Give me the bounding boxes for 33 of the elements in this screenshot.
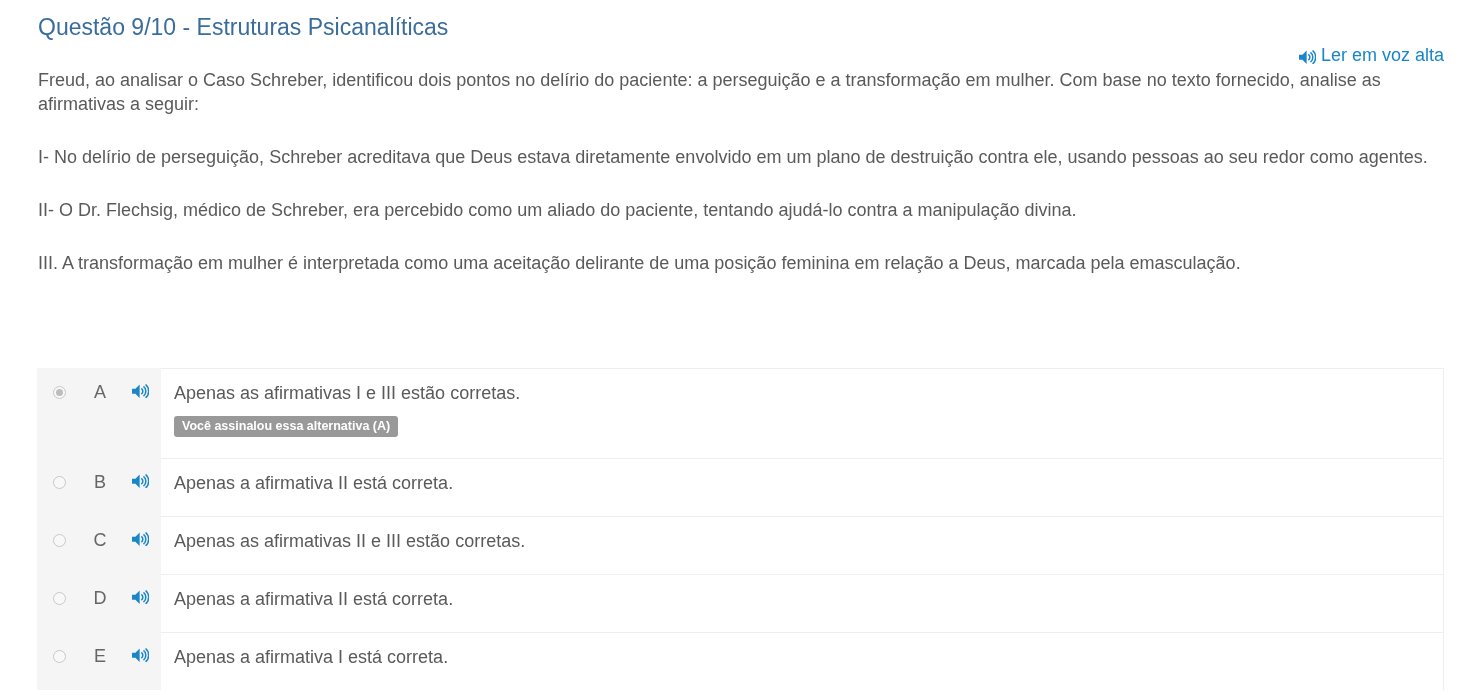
speaker-icon[interactable] xyxy=(131,532,149,547)
option-card[interactable]: Apenas as afirmativas I e III estão corretas. Você assinalou essa alternativa (A) xyxy=(161,368,1444,458)
speaker-icon[interactable] xyxy=(131,474,149,489)
radio-button[interactable] xyxy=(52,386,66,399)
option-text: Apenas a afirmativa II está correta. xyxy=(174,588,454,611)
speaker-icon[interactable] xyxy=(131,648,149,663)
option-text: Apenas a afirmativa II está correta. xyxy=(174,472,454,495)
question-paragraph: II- O Dr. Flechsig, médico de Schreber, era percebido como um aliado do paciente, tentando ajudá-lo contra a manipulação divina. xyxy=(38,199,1078,222)
option-letter: E xyxy=(94,645,106,668)
question-paragraph: I- No delírio de perseguição, Schreber acreditava que Deus estava diretamente envolvido em um plano de destruição contra ele, usando pessoas ao seu redor como agentes. xyxy=(38,146,1429,169)
option-letter: B xyxy=(94,471,106,494)
speaker-icon[interactable] xyxy=(1298,49,1316,65)
question-paragraph: Freud, ao analisar o Caso Schreber, identificou dois pontos no delírio do paciente: a perseguição e a transformação em mulher. Com base no texto fornecido, analise as afirmativas a seguir: xyxy=(38,69,1382,116)
option-card[interactable]: Apenas a afirmativa II está correta. xyxy=(161,574,1444,632)
read-aloud-link[interactable]: Ler em voz alta xyxy=(1298,44,1444,66)
option-letter: A xyxy=(94,381,106,404)
speaker-icon[interactable] xyxy=(131,590,149,605)
question-title: Questão 9/10 - Estruturas Psicanalíticas xyxy=(38,13,449,42)
radio-button[interactable] xyxy=(52,592,66,605)
option-text: Apenas as afirmativas I e III estão corretas. xyxy=(174,382,521,405)
radio-button[interactable] xyxy=(52,534,66,547)
radio-button[interactable] xyxy=(52,476,66,489)
selection-badge: Você assinalou essa alternativa (A) xyxy=(174,416,399,437)
option-card[interactable]: Apenas a afirmativa II está correta. xyxy=(161,458,1444,516)
option-text: Apenas a afirmativa I está correta. xyxy=(174,646,449,669)
radio-button[interactable] xyxy=(52,650,66,663)
option-text: Apenas as afirmativas II e III estão corretas. xyxy=(174,530,526,553)
option-card[interactable]: Apenas a afirmativa I está correta. xyxy=(161,632,1444,690)
option-letter: D xyxy=(93,587,107,610)
option-card[interactable]: Apenas as afirmativas II e III estão corretas. xyxy=(161,516,1444,574)
option-letter: C xyxy=(93,529,107,552)
speaker-icon[interactable] xyxy=(131,384,149,399)
question-paragraph: III. A transformação em mulher é interpretada como uma aceitação delirante de uma posição feminina em relação a Deus, marcada pela emasculação. xyxy=(38,252,1242,275)
